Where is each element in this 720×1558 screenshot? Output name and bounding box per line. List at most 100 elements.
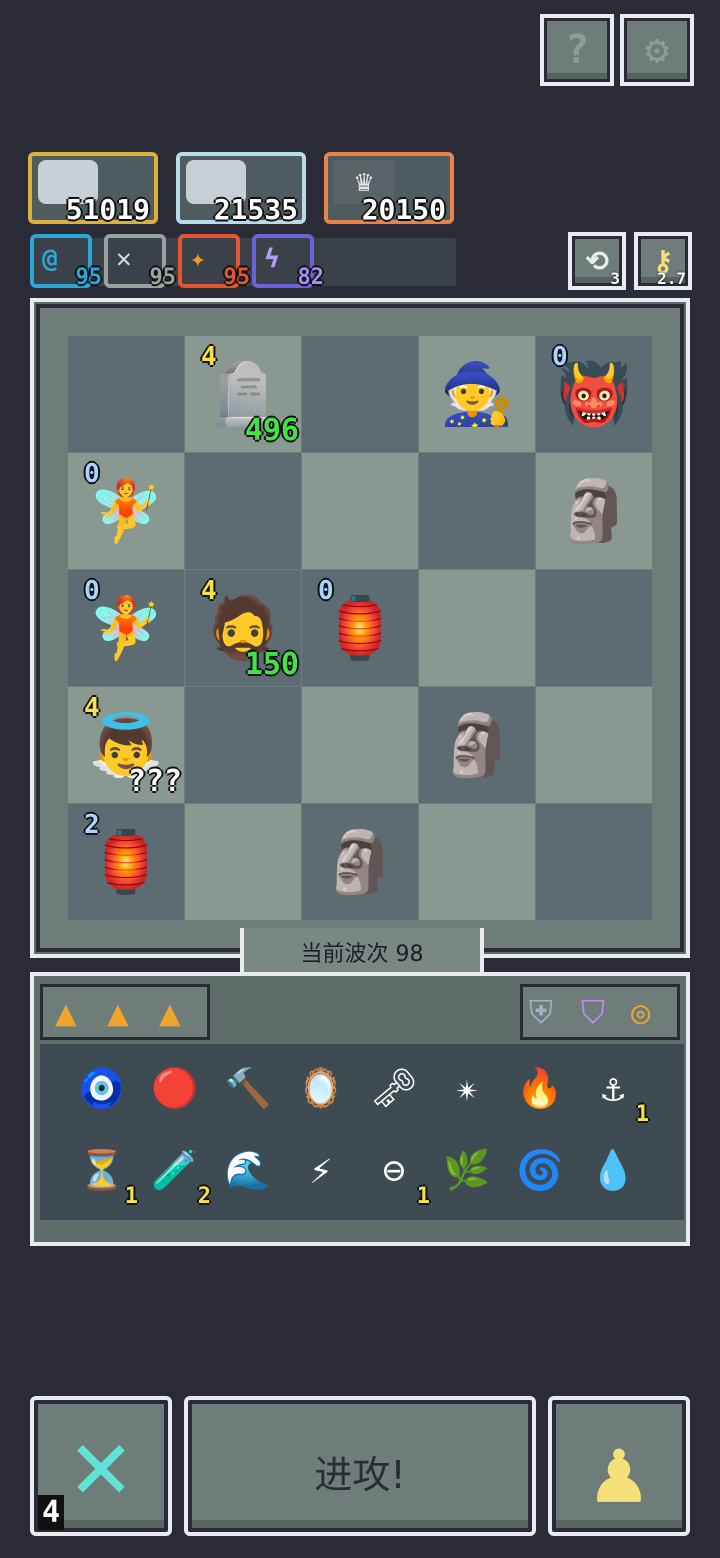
lightning-icon: ϟ: [264, 244, 280, 274]
board-cell[interactable]: 🧚 0: [68, 453, 184, 569]
board-cell[interactable]: 🪦 4 496: [185, 336, 301, 452]
board-cell[interactable]: [419, 453, 535, 569]
board-cell[interactable]: 🏮 2: [68, 804, 184, 920]
pawn-icon: ♟: [591, 1419, 647, 1524]
inventory-item[interactable]: 🔥: [508, 1056, 572, 1120]
board-cell[interactable]: [185, 804, 301, 920]
board-cell[interactable]: [302, 336, 418, 452]
inventory-item[interactable]: ⚓ 1: [581, 1056, 649, 1126]
item-count: 1: [416, 1184, 430, 1209]
ring-icon[interactable]: ◎: [631, 993, 650, 1031]
unit-level: 0: [318, 576, 334, 606]
stat-fire: ✦ 95: [178, 234, 250, 290]
item-icon: 🔥: [516, 1066, 564, 1110]
board-cell[interactable]: 🗿: [419, 687, 535, 803]
board-cell[interactable]: [419, 570, 535, 686]
key-count: 2.7: [657, 269, 686, 288]
unit-sprite[interactable]: 🗿: [557, 476, 632, 547]
board-cell[interactable]: 🏮 0: [302, 570, 418, 686]
inventory-item[interactable]: 🔨: [216, 1056, 280, 1120]
rune-tab-icon[interactable]: ▲: [107, 993, 129, 1034]
unit-level: 4: [201, 342, 217, 372]
rune-tabs: ▲ ▲ ▲: [40, 984, 210, 1040]
unit-level: 2: [84, 810, 100, 840]
item-icon: 🪞: [297, 1066, 345, 1110]
skip-button[interactable]: ✕ 4: [30, 1396, 172, 1536]
attack-button[interactable]: 进攻!: [184, 1396, 536, 1536]
board-cell[interactable]: 👼 4???: [68, 687, 184, 803]
stat-sword: ✕ 95: [104, 234, 176, 290]
inventory-item[interactable]: 🌿: [435, 1138, 499, 1202]
unit-sprite[interactable]: 🗿: [323, 827, 398, 898]
unit-sprite[interactable]: 🧙: [440, 359, 515, 430]
category-tabs: ⛨ ⛉ ◎: [520, 984, 680, 1040]
board-cell[interactable]: [536, 687, 652, 803]
inventory-item[interactable]: 🌊: [216, 1138, 280, 1202]
hero-card-2[interactable]: 21535: [176, 152, 306, 226]
board-cell[interactable]: 🧚 0: [68, 570, 184, 686]
board-cell[interactable]: 🧙: [419, 336, 535, 452]
moves-left-counter: 4: [38, 1495, 65, 1530]
unit-sprite[interactable]: 🗿: [440, 710, 515, 781]
question-icon: ?: [564, 27, 590, 73]
item-icon: 💧: [589, 1148, 637, 1192]
hero-card-3[interactable]: ♛ 20150: [324, 152, 454, 226]
helmet-icon[interactable]: ⛨: [529, 993, 553, 1032]
item-icon: 🧪: [151, 1148, 199, 1192]
rune-tab-icon[interactable]: ▲: [55, 993, 77, 1034]
help-button[interactable]: ?: [540, 14, 614, 86]
item-icon: ⏳: [78, 1148, 126, 1192]
board-cell[interactable]: 🗿: [536, 453, 652, 569]
inventory-item[interactable]: ⊖ 1: [362, 1138, 430, 1208]
inventory-item[interactable]: 🧿: [70, 1056, 134, 1120]
item-icon: ⊖: [382, 1148, 406, 1192]
board-cell[interactable]: [68, 336, 184, 452]
inventory-item[interactable]: ✴: [435, 1056, 499, 1120]
at-icon: @: [42, 244, 58, 274]
inventory-item[interactable]: ⏳ 1: [70, 1138, 138, 1208]
refresh-count: 3: [610, 269, 620, 288]
gear-icon: ⚙: [644, 27, 670, 73]
item-count: 1: [635, 1102, 649, 1127]
armor-icon[interactable]: ⛉: [581, 993, 605, 1032]
inventory-item[interactable]: 🪞: [289, 1056, 353, 1120]
pawn-button[interactable]: ♟: [548, 1396, 690, 1536]
board-cell[interactable]: [536, 804, 652, 920]
inventory-item[interactable]: 🗝: [362, 1056, 426, 1120]
board-cell[interactable]: [536, 570, 652, 686]
item-icon: 🗝: [369, 1066, 419, 1110]
board-cell[interactable]: [185, 453, 301, 569]
item-icon: 🧿: [78, 1066, 126, 1110]
stat-value: 82: [297, 265, 325, 290]
board-cell[interactable]: 👹 0: [536, 336, 652, 452]
inventory-item[interactable]: 🔴: [143, 1056, 207, 1120]
inventory-item[interactable]: ⚡: [289, 1138, 353, 1202]
unit-hp: ???: [127, 764, 182, 799]
unit-level: 4: [201, 576, 217, 606]
inventory-item[interactable]: 💧: [581, 1138, 645, 1202]
board-cell[interactable]: [302, 687, 418, 803]
stat-value: 95: [149, 265, 177, 290]
board-cell[interactable]: [185, 687, 301, 803]
key-button[interactable]: ⚷ 2.7: [634, 232, 692, 290]
hero-power-value: 21535: [213, 193, 298, 226]
item-icon: ✴: [455, 1066, 479, 1110]
unit-hp: 496: [244, 413, 299, 448]
swords-icon: ✕: [116, 244, 132, 274]
inventory-item[interactable]: 🌀: [508, 1138, 572, 1202]
board-cell[interactable]: 🧔 4 150: [185, 570, 301, 686]
hero-card-1[interactable]: 51019: [28, 152, 158, 226]
settings-button[interactable]: ⚙: [620, 14, 694, 86]
board-cell[interactable]: [302, 453, 418, 569]
board-cell[interactable]: 🗿: [302, 804, 418, 920]
board-grid: 🪦 4 496 🧙 👹 0 🧚 0 🗿 🧚 0 🧔 4 150 🏮 0 👼 4??? 🗿 🏮 2 🗿: [68, 336, 652, 920]
item-icon: 🔨: [224, 1066, 272, 1110]
item-icon: ⚡: [309, 1148, 333, 1192]
refresh-button[interactable]: ⟲ 3: [568, 232, 626, 290]
stat-value: 95: [223, 265, 251, 290]
stat-lightning: ϟ 82: [252, 234, 324, 290]
rune-tab-icon[interactable]: ▲: [159, 993, 181, 1034]
board-cell[interactable]: [419, 804, 535, 920]
inventory-item[interactable]: 🧪 2: [143, 1138, 211, 1208]
unit-level: 0: [84, 459, 100, 489]
